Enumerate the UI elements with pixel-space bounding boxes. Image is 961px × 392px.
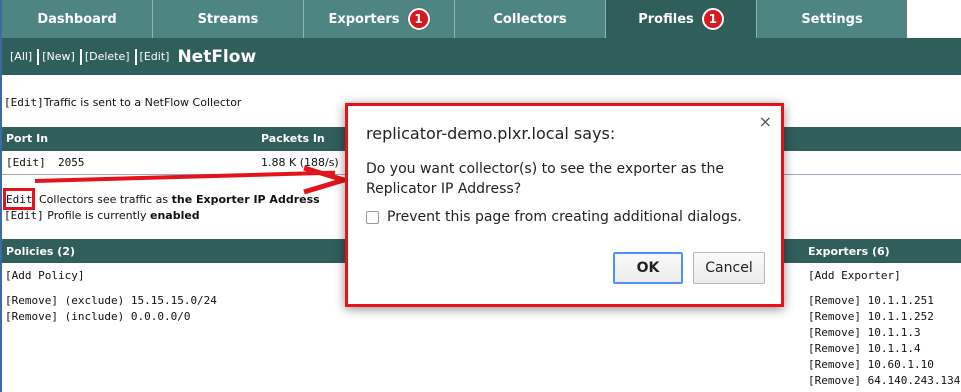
policies-header: Policies (2) [2, 239, 345, 263]
remove-exporter-link[interactable]: [Remove] [808, 342, 861, 355]
tab-collectors[interactable]: Collectors [455, 0, 606, 38]
delete-link[interactable]: [Delete] [85, 50, 130, 63]
tab-label: Collectors [493, 11, 567, 27]
notification-badge: 1 [407, 8, 430, 30]
exporters-title: Exporters (6) [808, 244, 890, 258]
arrow-head-icon [303, 165, 348, 195]
list-item: [Remove] 10.60.1.10 [808, 358, 934, 371]
policy-text: (include) 0.0.0.0/0 [64, 310, 191, 323]
row-edit-link[interactable]: [Edit] [6, 156, 46, 169]
exporter-ip: 10.1.1.3 [867, 326, 921, 339]
prevent-dialogs-checkbox[interactable] [366, 210, 379, 224]
all-link[interactable]: [All] [10, 50, 32, 63]
exporter-ip: 10.1.1.251 [867, 294, 934, 307]
column-header-packets-in: Packets In [261, 132, 325, 145]
list-item: [Remove] 64.140.243.134 [808, 374, 960, 387]
remove-exporter-link[interactable]: [Remove] [808, 374, 861, 387]
list-item: [Remove] 10.1.1.251 [808, 294, 934, 307]
prevent-dialogs-option[interactable]: Prevent this page from creating addition… [366, 209, 742, 225]
list-item: [Remove] 10.1.1.3 [808, 326, 921, 339]
enabled-line: [Edit] Profile is currently enabled [4, 209, 200, 222]
exporter-ip: 10.60.1.10 [867, 358, 934, 371]
enabled-prefix: Profile is currently [47, 209, 147, 222]
policies-title: Policies (2) [6, 244, 75, 258]
notification-badge: 1 [701, 8, 724, 30]
toolbar-divider [134, 48, 137, 65]
traffic-text: Traffic is sent to a NetFlow Collector [43, 96, 242, 109]
tab-label: Dashboard [37, 11, 117, 27]
remove-exporter-link[interactable]: [Remove] [808, 294, 861, 307]
list-item: [Remove] 10.1.1.252 [808, 310, 934, 323]
dialog-message: Do you want collector(s) to see the expo… [366, 161, 725, 197]
toolbar-divider [37, 48, 40, 65]
tab-label: Exporters [328, 11, 400, 27]
edit-highlight-box [3, 188, 35, 210]
tab-settings[interactable]: Settings [757, 0, 908, 38]
edit-link[interactable]: [Edit] [140, 50, 170, 63]
cancel-button[interactable]: Cancel [693, 252, 765, 284]
new-link[interactable]: [New] [42, 50, 75, 63]
ip-setting-value: the Exporter IP Address [171, 193, 320, 206]
list-item: [Remove] (include) 0.0.0.0/0 [5, 310, 190, 323]
traffic-line: [Edit]Traffic is sent to a NetFlow Colle… [4, 96, 241, 109]
toolbar-divider [79, 48, 82, 65]
tab-label: Settings [801, 11, 863, 27]
tab-bar-spacer [907, 0, 961, 38]
prevent-dialogs-label: Prevent this page from creating addition… [387, 209, 742, 225]
tab-label: Profiles [638, 11, 694, 27]
tab-profiles[interactable]: Profiles 1 [606, 0, 757, 38]
page-title: NetFlow [177, 46, 257, 67]
exporter-ip: 64.140.243.134 [867, 374, 961, 387]
tab-dashboard[interactable]: Dashboard [2, 0, 153, 38]
enabled-edit-link[interactable]: [Edit] [4, 209, 44, 222]
add-exporter-link[interactable]: [Add Exporter] [808, 269, 901, 282]
remove-exporter-link[interactable]: [Remove] [808, 310, 861, 323]
remove-policy-link[interactable]: [Remove] [5, 310, 58, 323]
list-item: [Remove] (exclude) 15.15.15.0/24 [5, 294, 217, 307]
remove-policy-link[interactable]: [Remove] [5, 294, 58, 307]
add-policy-link[interactable]: [Add Policy] [5, 269, 84, 282]
dialog-title: replicator-demo.plxr.local says: [366, 124, 616, 143]
port-value: 2055 [58, 156, 85, 169]
tab-streams[interactable]: Streams [153, 0, 304, 38]
enabled-value: enabled [149, 209, 200, 222]
tab-label: Streams [197, 11, 259, 27]
ok-button[interactable]: OK [613, 252, 683, 284]
confirm-dialog: × replicator-demo.plxr.local says: Do yo… [345, 103, 784, 307]
exporter-ip: 10.1.1.252 [867, 310, 934, 323]
exporters-header: Exporters (6) [784, 239, 961, 263]
close-icon[interactable]: × [759, 112, 772, 131]
column-header-port-in: Port In [6, 132, 49, 145]
exporter-ip: 10.1.1.4 [867, 342, 921, 355]
remove-exporter-link[interactable]: [Remove] [808, 358, 861, 371]
list-item: [Remove] 10.1.1.4 [808, 342, 921, 355]
policy-text: (exclude) 15.15.15.0/24 [64, 294, 217, 307]
ip-setting-prefix: Collectors see traffic as [39, 193, 169, 206]
profile-toolbar: [All] [New] [Delete] [Edit] NetFlow [2, 38, 961, 75]
remove-exporter-link[interactable]: [Remove] [808, 326, 861, 339]
main-tabs: Dashboard Streams Exporters 1 Collectors … [2, 0, 908, 38]
ip-setting-line: Collectors see traffic as the Exporter I… [39, 193, 320, 206]
traffic-edit-link[interactable]: [Edit] [4, 96, 44, 109]
tab-exporters[interactable]: Exporters 1 [304, 0, 455, 38]
